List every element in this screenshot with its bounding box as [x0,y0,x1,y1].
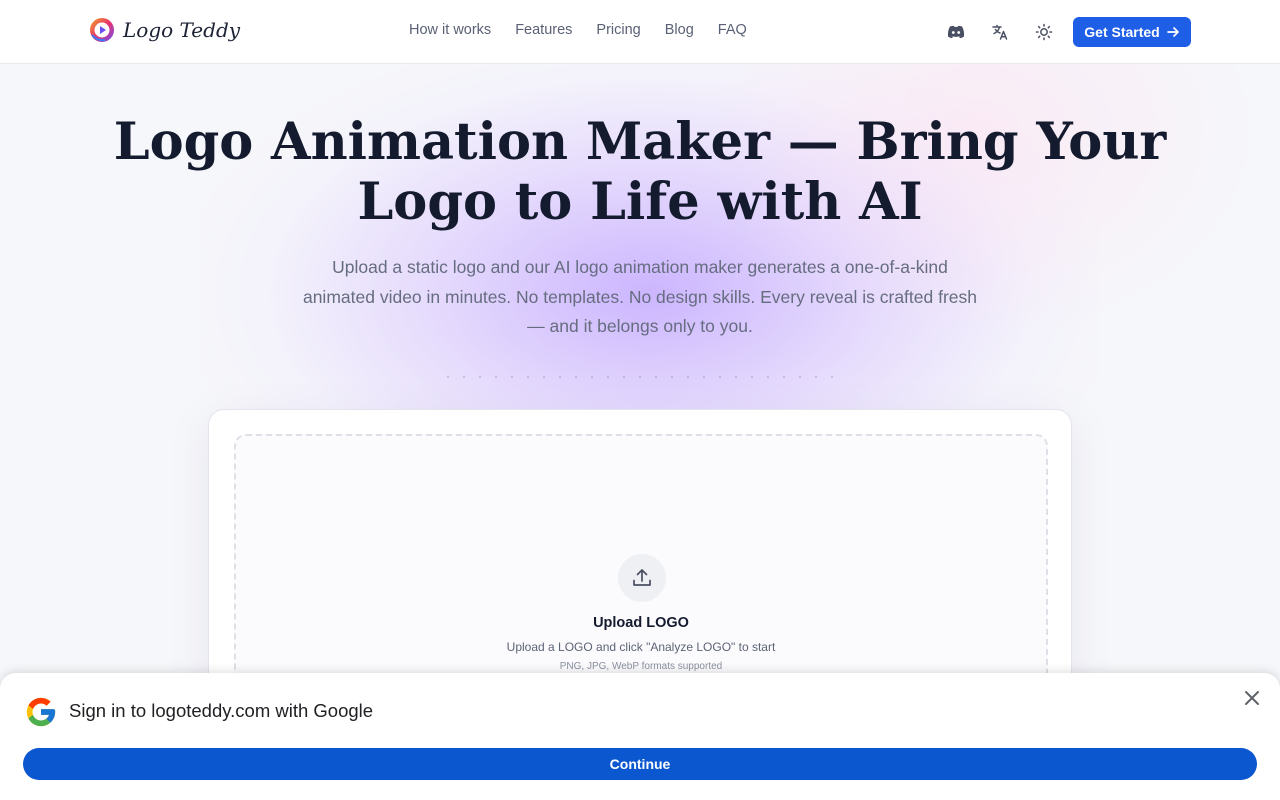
upload-icon-circle [618,554,666,602]
continue-label: Continue [609,756,671,772]
logo-teddy-icon [90,18,114,42]
theme-toggle[interactable] [1032,20,1056,44]
discord-button[interactable] [944,20,968,44]
nav-pricing[interactable]: Pricing [596,22,640,38]
language-button[interactable] [988,20,1012,44]
continue-button[interactable]: Continue [23,748,1257,780]
dot-pattern [440,369,840,389]
site-header: Logo Teddy How it works Features Pricing… [0,0,1280,64]
get-started-button[interactable]: Get Started [1073,17,1191,47]
nav-how-it-works[interactable]: How it works [409,22,491,38]
close-icon [1245,691,1259,705]
hero-title: Logo Animation Maker — Bring Your Logo t… [113,112,1167,232]
google-signin-title: Sign in to logoteddy.com with Google [69,700,374,721]
arrow-right-icon [1166,27,1179,37]
nav-blog[interactable]: Blog [665,22,694,38]
upload-title: Upload LOGO [593,615,689,631]
google-icon [26,697,56,727]
translate-icon [992,24,1008,40]
upload-hint: Upload a LOGO and click "Analyze LOGO" t… [506,640,776,654]
google-signin-sheet: Sign in to logoteddy.com with Google Con… [0,673,1280,800]
upload-formats: PNG, JPG, WebP formats supported [559,661,723,672]
brand-name: Logo Teddy [123,18,241,42]
logo-dropzone[interactable]: Upload LOGO Upload a LOGO and click "Ana… [234,434,1048,714]
discord-icon [947,25,965,39]
close-button[interactable] [1240,686,1264,710]
main-nav: How it works Features Pricing Blog FAQ [409,22,747,38]
get-started-label: Get Started [1084,24,1160,40]
upload-icon [633,569,651,586]
brand[interactable]: Logo Teddy [89,17,240,43]
hero-subtitle: Upload a static logo and our AI logo ani… [302,257,978,336]
nav-features[interactable]: Features [515,22,572,38]
sun-icon [1035,23,1053,41]
nav-faq[interactable]: FAQ [718,22,747,38]
